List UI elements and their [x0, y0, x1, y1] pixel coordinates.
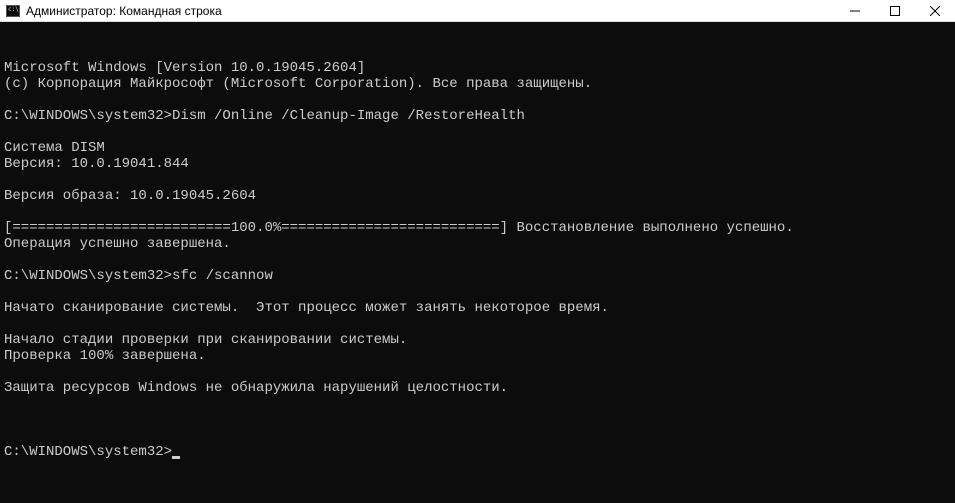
terminal-line: Microsoft Windows [Version 10.0.19045.26…: [4, 60, 951, 76]
terminal-line: [4, 204, 951, 220]
window-controls: [835, 0, 955, 21]
cmd-icon: [6, 5, 20, 17]
maximize-button[interactable]: [875, 0, 915, 21]
terminal-line: Защита ресурсов Windows не обнаружила на…: [4, 380, 951, 396]
window-title: Администратор: Командная строка: [26, 4, 222, 18]
terminal-line: (c) Корпорация Майкрософт (Microsoft Cor…: [4, 76, 951, 92]
terminal-line: [4, 172, 951, 188]
cursor: [172, 456, 180, 459]
terminal-line: [4, 364, 951, 380]
terminal-output[interactable]: Microsoft Windows [Version 10.0.19045.26…: [0, 22, 955, 482]
terminal-line: Операция успешно завершена.: [4, 236, 951, 252]
close-button[interactable]: [915, 0, 955, 21]
terminal-line: [==========================100.0%=======…: [4, 220, 951, 236]
terminal-line: Проверка 100% завершена.: [4, 348, 951, 364]
terminal-line: Начало стадии проверки при сканировании …: [4, 332, 951, 348]
terminal-prompt-line: C:\WINDOWS\system32>: [4, 444, 951, 460]
terminal-line: Версия образа: 10.0.19045.2604: [4, 188, 951, 204]
terminal-line: Версия: 10.0.19041.844: [4, 156, 951, 172]
terminal-line: [4, 92, 951, 108]
terminal-line: [4, 396, 951, 412]
terminal-line: Начато сканирование системы. Этот процес…: [4, 300, 951, 316]
terminal-line: [4, 316, 951, 332]
terminal-line: [4, 124, 951, 140]
terminal-prompt: C:\WINDOWS\system32>: [4, 444, 172, 460]
terminal-line: C:\WINDOWS\system32>sfc /scannow: [4, 268, 951, 284]
window-titlebar: Администратор: Командная строка: [0, 0, 955, 22]
titlebar-left: Администратор: Командная строка: [0, 4, 222, 18]
terminal-lines: Microsoft Windows [Version 10.0.19045.26…: [4, 60, 951, 412]
terminal-line: [4, 284, 951, 300]
terminal-line: [4, 252, 951, 268]
terminal-line: Cистема DISM: [4, 140, 951, 156]
minimize-button[interactable]: [835, 0, 875, 21]
terminal-line: C:\WINDOWS\system32>Dism /Online /Cleanu…: [4, 108, 951, 124]
